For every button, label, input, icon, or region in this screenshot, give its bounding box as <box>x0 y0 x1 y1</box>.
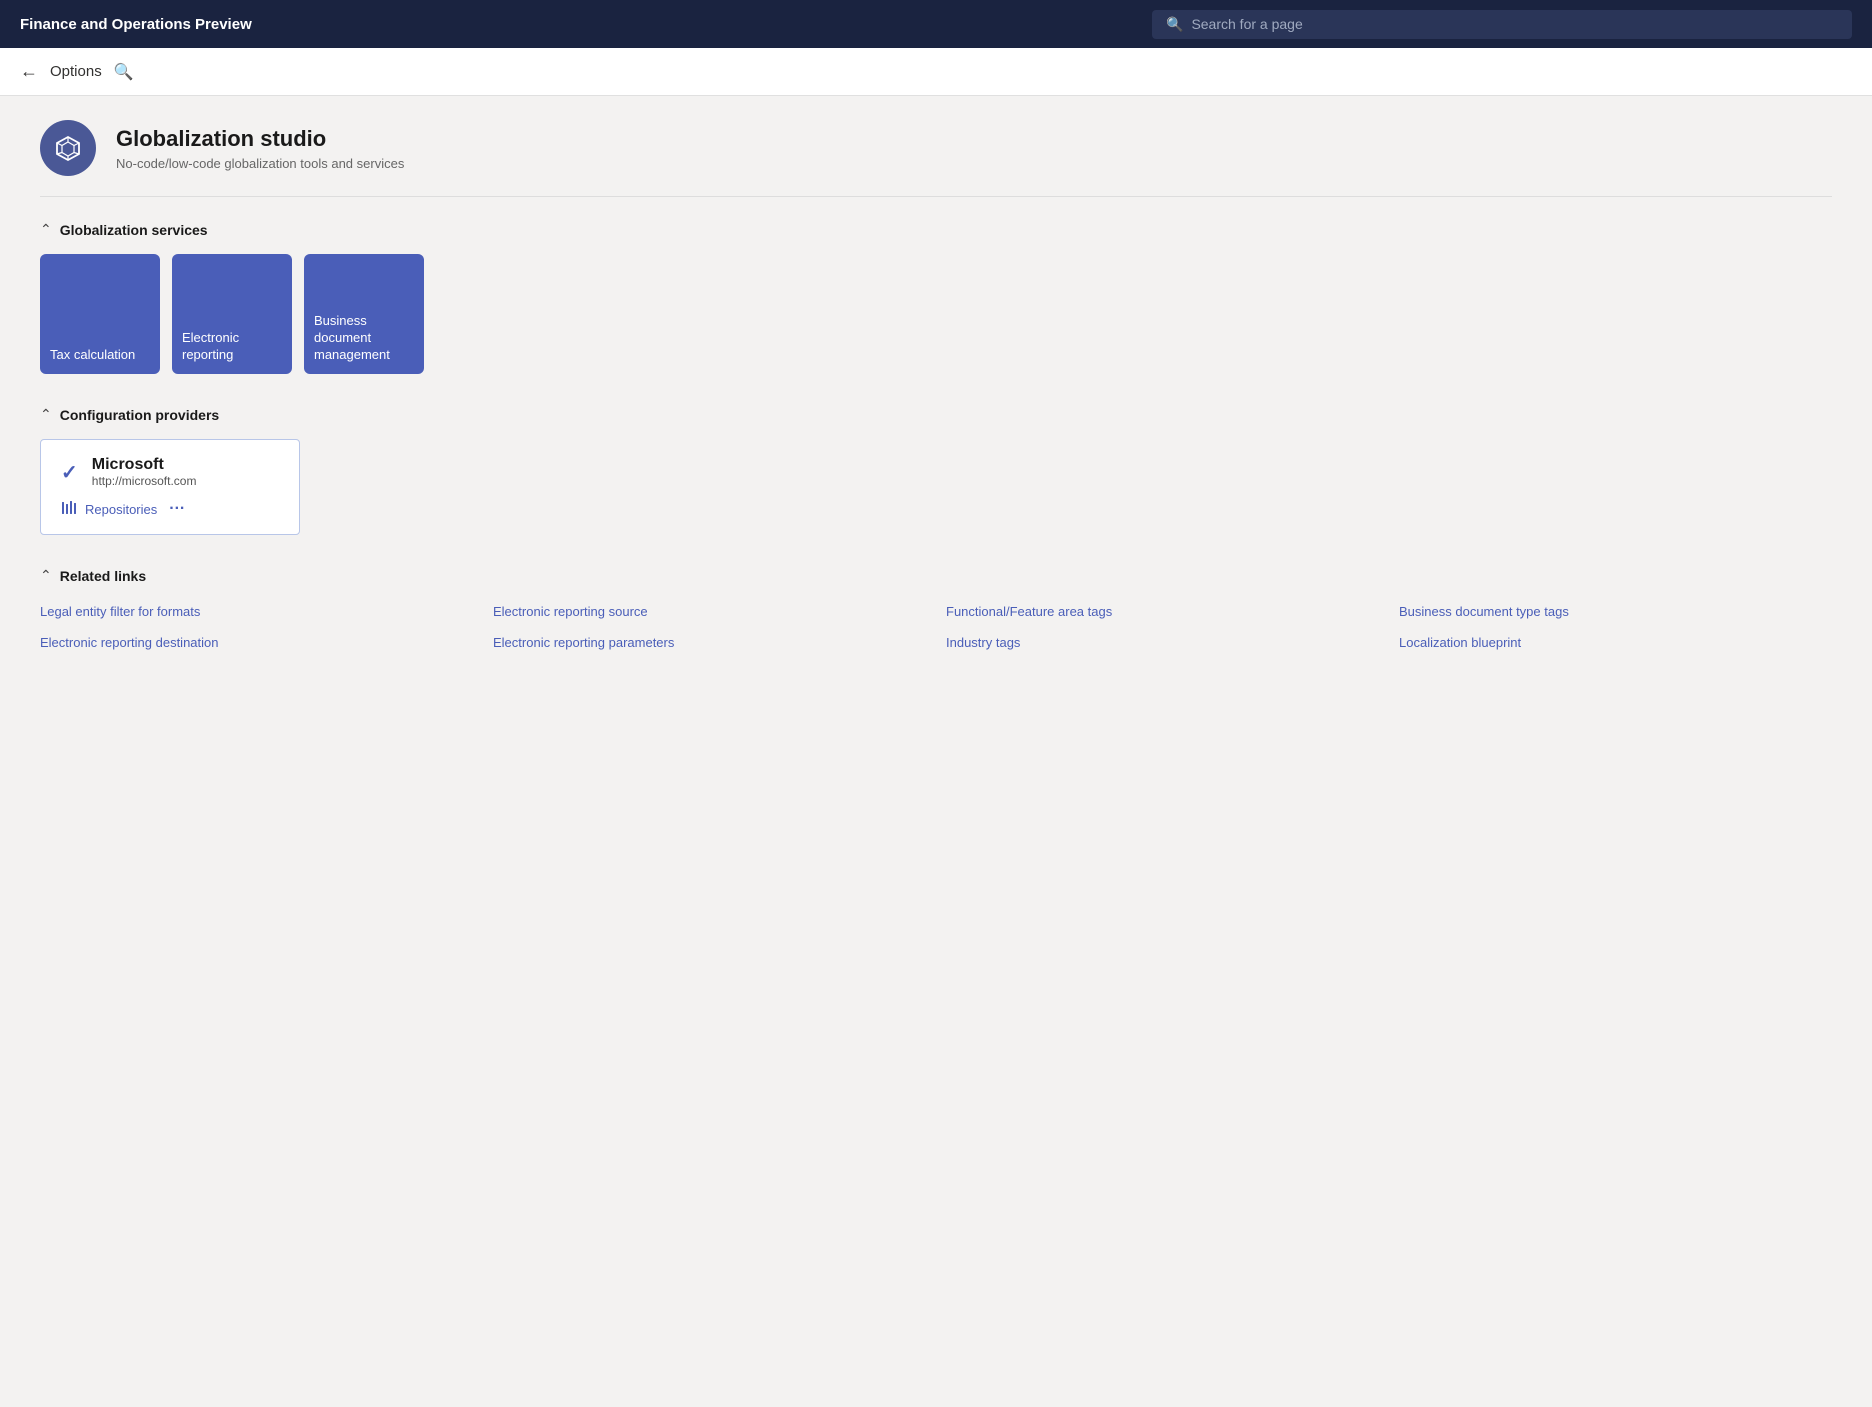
related-links-header[interactable]: ⌃ Related links <box>40 567 1832 584</box>
link-electronic-reporting-destination[interactable]: Electronic reporting destination <box>40 631 473 654</box>
link-electronic-reporting-source[interactable]: Electronic reporting source <box>493 600 926 623</box>
link-legal-entity-filter[interactable]: Legal entity filter for formats <box>40 600 473 623</box>
page-title: Globalization studio <box>116 126 404 152</box>
configuration-providers-title: Configuration providers <box>60 407 219 423</box>
link-localization-blueprint[interactable]: Localization blueprint <box>1399 631 1832 654</box>
page-subtitle: No-code/low-code globalization tools and… <box>116 156 404 171</box>
configuration-providers-header[interactable]: ⌃ Configuration providers <box>40 406 1832 423</box>
options-search-icon[interactable]: 🔍 <box>114 62 134 82</box>
top-nav: Finance and Operations Preview 🔍 <box>0 0 1872 48</box>
tile-business-document-management[interactable]: Business document management <box>304 254 424 374</box>
page-icon <box>40 120 96 176</box>
app-title: Finance and Operations Preview <box>20 16 252 33</box>
tile-business-document-management-label: Business document management <box>314 313 414 364</box>
collapse-icon-3: ⌃ <box>40 567 52 584</box>
link-industry-tags[interactable]: Industry tags <box>946 631 1379 654</box>
more-options-button[interactable]: ··· <box>169 500 185 518</box>
search-bar[interactable]: 🔍 <box>1152 10 1852 39</box>
link-business-document-type-tags[interactable]: Business document type tags <box>1399 600 1832 623</box>
related-links-section: ⌃ Related links Legal entity filter for … <box>40 567 1832 654</box>
options-bar: ← Options 🔍 <box>0 48 1872 96</box>
globalization-services-title: Globalization services <box>60 222 208 238</box>
related-links-title: Related links <box>60 568 146 584</box>
repositories-label[interactable]: Repositories <box>85 502 157 517</box>
provider-name: Microsoft <box>92 456 197 474</box>
globalization-services-header[interactable]: ⌃ Globalization services <box>40 221 1832 238</box>
provider-info: Microsoft http://microsoft.com <box>92 456 197 488</box>
service-tiles-container: Tax calculation Electronic reporting Bus… <box>40 254 1832 374</box>
search-icon: 🔍 <box>1166 16 1183 33</box>
provider-card-microsoft[interactable]: ✓ Microsoft http://microsoft.com Reposit… <box>40 439 300 535</box>
repositories-icon <box>61 501 77 518</box>
page-header: Globalization studio No-code/low-code gl… <box>40 120 1832 197</box>
provider-check-mark: ✓ <box>61 460 78 485</box>
link-electronic-reporting-parameters[interactable]: Electronic reporting parameters <box>493 631 926 654</box>
options-label: Options <box>50 63 102 80</box>
provider-card-header: ✓ Microsoft http://microsoft.com <box>61 456 279 488</box>
page-header-text: Globalization studio No-code/low-code gl… <box>116 126 404 171</box>
provider-footer: Repositories ··· <box>61 500 279 518</box>
related-links-grid: Legal entity filter for formats Electron… <box>40 600 1832 654</box>
tile-tax-calculation-label: Tax calculation <box>50 347 135 364</box>
link-functional-feature-area-tags[interactable]: Functional/Feature area tags <box>946 600 1379 623</box>
back-button[interactable]: ← <box>20 61 38 82</box>
main-content: Globalization studio No-code/low-code gl… <box>0 96 1872 1407</box>
tile-electronic-reporting[interactable]: Electronic reporting <box>172 254 292 374</box>
collapse-icon: ⌃ <box>40 221 52 238</box>
collapse-icon-2: ⌃ <box>40 406 52 423</box>
globalization-services-section: ⌃ Globalization services Tax calculation… <box>40 221 1832 374</box>
tile-electronic-reporting-label: Electronic reporting <box>182 330 282 364</box>
tile-tax-calculation[interactable]: Tax calculation <box>40 254 160 374</box>
search-input[interactable] <box>1191 16 1838 32</box>
provider-url: http://microsoft.com <box>92 474 197 488</box>
configuration-providers-section: ⌃ Configuration providers ✓ Microsoft ht… <box>40 406 1832 535</box>
